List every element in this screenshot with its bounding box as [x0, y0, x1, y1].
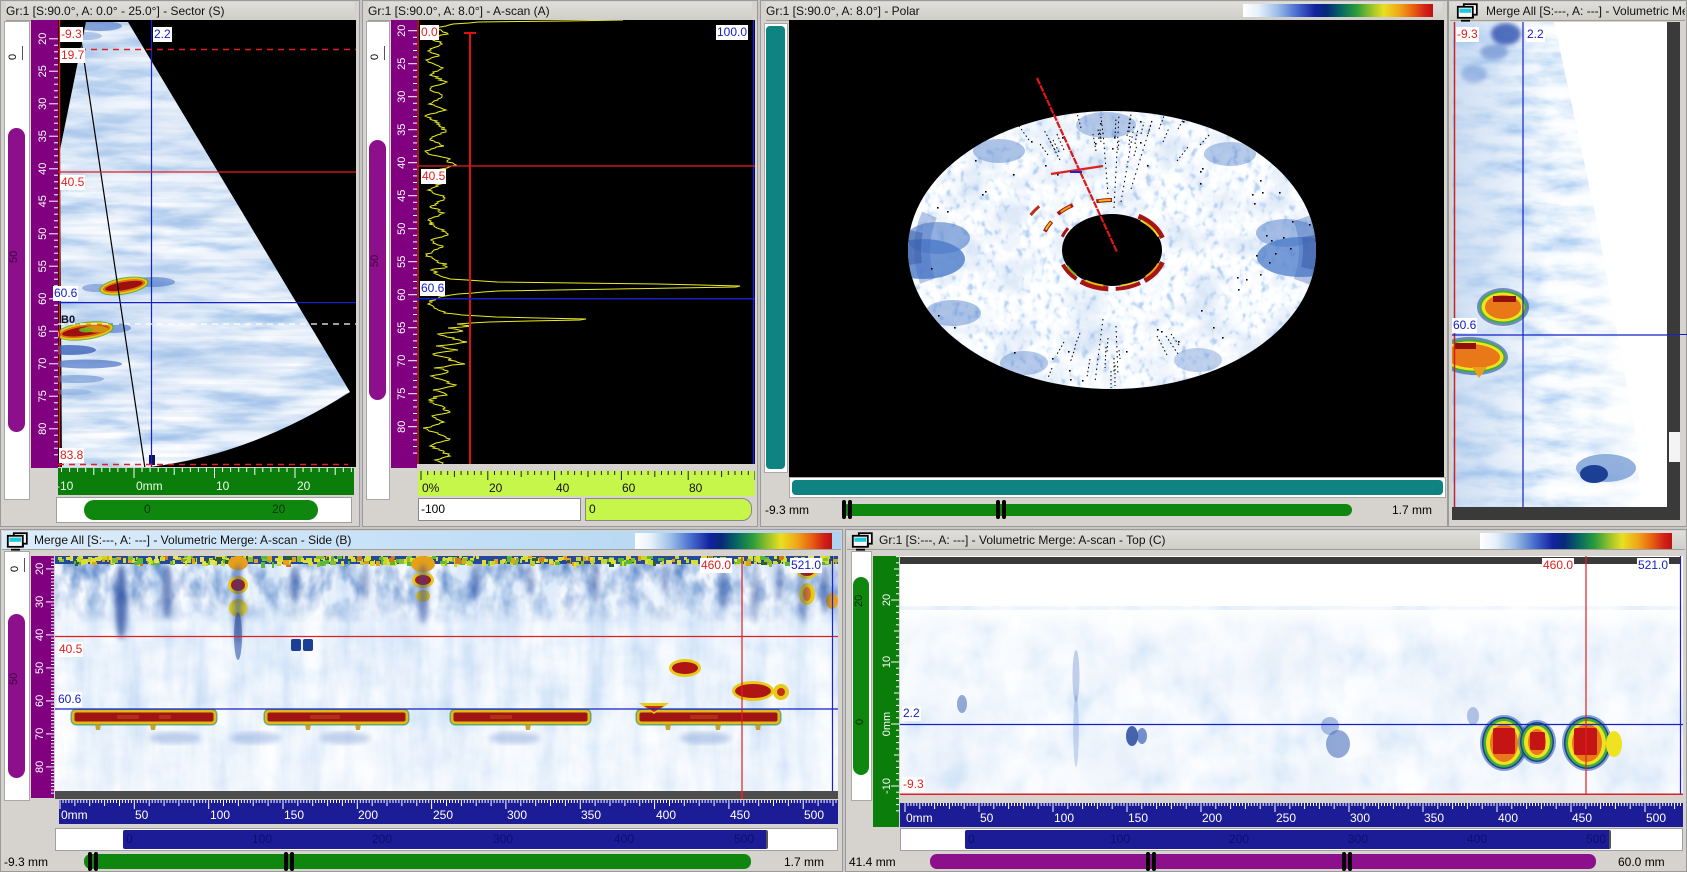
svg-text:20: 20	[34, 563, 46, 575]
svg-text:35: 35	[37, 130, 49, 142]
svg-text:80: 80	[689, 481, 703, 495]
svg-text:70: 70	[34, 728, 46, 740]
svg-text:250: 250	[1276, 811, 1296, 825]
svg-text:450: 450	[730, 808, 750, 822]
svg-text:50: 50	[135, 808, 149, 822]
svg-text:60: 60	[34, 695, 46, 707]
svg-text:20: 20	[881, 594, 893, 606]
svg-text:500: 500	[1646, 811, 1666, 825]
svg-text:20: 20	[297, 479, 311, 493]
svg-text:70: 70	[396, 355, 408, 367]
svg-text:10: 10	[216, 479, 230, 493]
svg-text:40: 40	[34, 629, 46, 641]
svg-text:75: 75	[396, 388, 408, 400]
svg-text:0mm: 0mm	[136, 479, 163, 493]
svg-text:75: 75	[37, 390, 49, 402]
svg-text:50: 50	[37, 228, 49, 240]
svg-text:80: 80	[37, 423, 49, 435]
svg-text:35: 35	[396, 124, 408, 136]
svg-text:60: 60	[622, 481, 636, 495]
svg-text:20: 20	[37, 33, 49, 45]
svg-text:45: 45	[396, 190, 408, 202]
svg-text:350: 350	[1424, 811, 1444, 825]
svg-text:300: 300	[507, 808, 527, 822]
svg-text:50: 50	[34, 662, 46, 674]
svg-text:150: 150	[1128, 811, 1148, 825]
svg-text:0%: 0%	[422, 481, 440, 495]
svg-text:80: 80	[396, 421, 408, 433]
svg-text:25: 25	[37, 65, 49, 77]
svg-text:400: 400	[1498, 811, 1518, 825]
svg-text:65: 65	[37, 325, 49, 337]
svg-text:10: 10	[881, 656, 893, 668]
svg-text:45: 45	[37, 195, 49, 207]
svg-text:300: 300	[1350, 811, 1370, 825]
svg-text:-10: -10	[881, 778, 893, 794]
svg-text:400: 400	[656, 808, 676, 822]
svg-text:40: 40	[37, 163, 49, 175]
svg-text:0mm: 0mm	[906, 811, 933, 825]
svg-text:55: 55	[396, 256, 408, 268]
svg-text:55: 55	[37, 260, 49, 272]
svg-text:50: 50	[396, 223, 408, 235]
svg-text:500: 500	[804, 808, 824, 822]
svg-text:70: 70	[37, 358, 49, 370]
svg-text:30: 30	[396, 91, 408, 103]
svg-text:40: 40	[556, 481, 570, 495]
svg-text:350: 350	[581, 808, 601, 822]
svg-text:100: 100	[210, 808, 230, 822]
svg-text:25: 25	[396, 58, 408, 70]
svg-text:20: 20	[489, 481, 503, 495]
svg-text:100: 100	[1054, 811, 1074, 825]
svg-text:20: 20	[396, 25, 408, 37]
svg-text:30: 30	[34, 596, 46, 608]
svg-text:-10: -10	[58, 479, 74, 493]
svg-text:65: 65	[396, 322, 408, 334]
svg-text:50: 50	[980, 811, 994, 825]
svg-text:0mm: 0mm	[61, 808, 88, 822]
svg-text:30: 30	[37, 98, 49, 110]
svg-text:150: 150	[284, 808, 304, 822]
svg-text:200: 200	[358, 808, 378, 822]
svg-text:B0: B0	[61, 314, 75, 326]
svg-text:250: 250	[433, 808, 453, 822]
svg-text:40: 40	[396, 157, 408, 169]
svg-text:450: 450	[1572, 811, 1592, 825]
svg-text:60: 60	[396, 289, 408, 301]
svg-text:200: 200	[1202, 811, 1222, 825]
svg-text:0mm: 0mm	[881, 712, 893, 736]
svg-text:60: 60	[37, 293, 49, 305]
svg-text:80: 80	[34, 761, 46, 773]
